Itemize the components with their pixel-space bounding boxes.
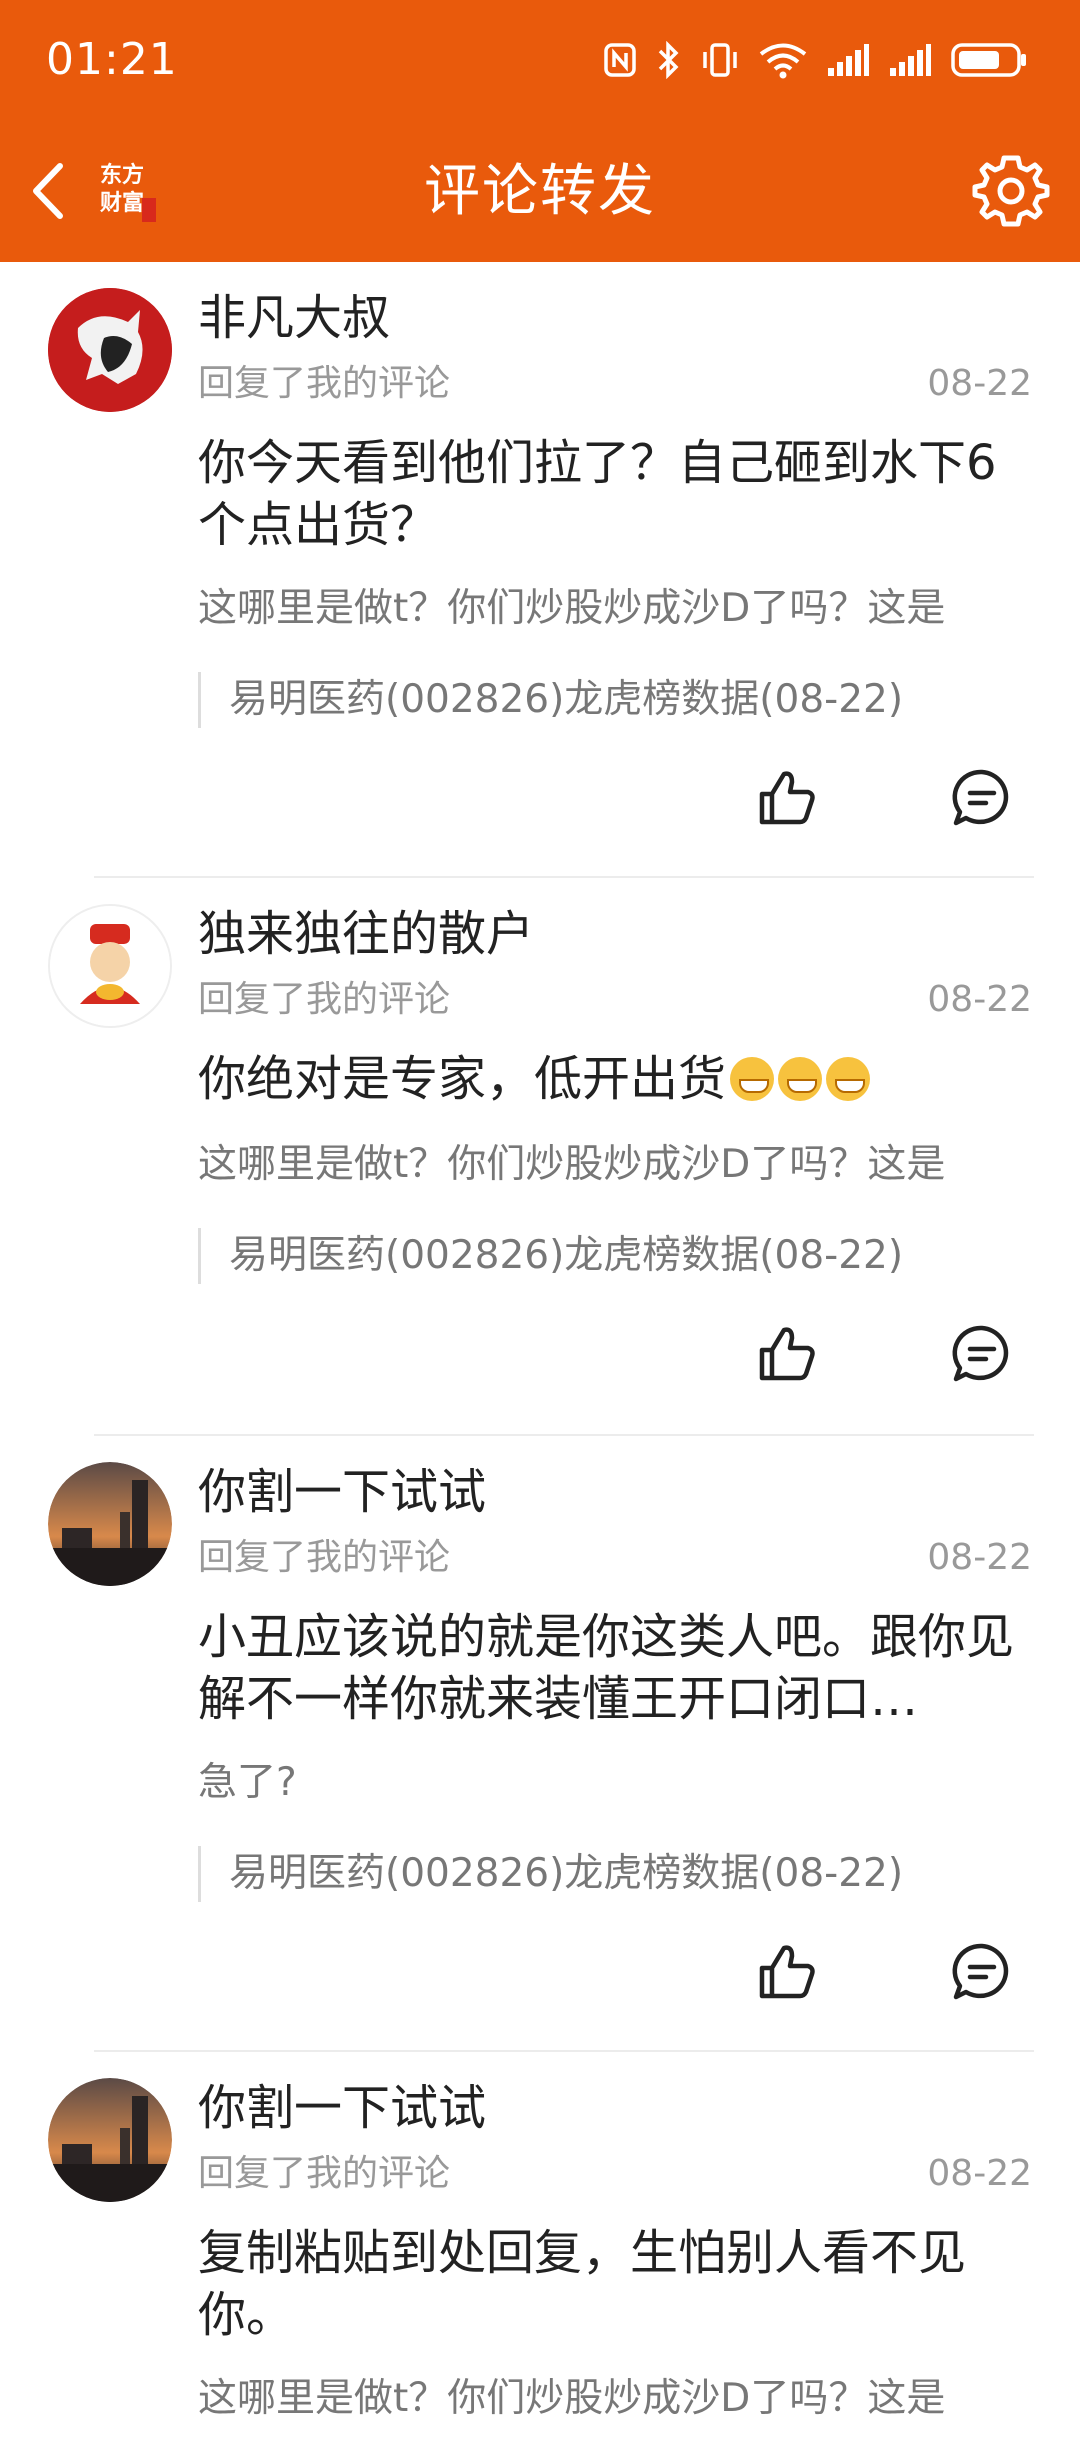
username[interactable]: 你割一下试试	[198, 2078, 486, 2138]
bluetooth-icon	[656, 41, 682, 79]
nfc-icon	[602, 42, 638, 78]
reply-subtitle: 回复了我的评论	[198, 979, 451, 1020]
username[interactable]: 非凡大叔	[198, 288, 390, 348]
status-icons	[602, 34, 1028, 86]
signal-icon	[888, 42, 932, 78]
thumbs-up-icon	[759, 1327, 815, 1381]
comment-date: 08-22	[927, 1537, 1032, 1578]
divider	[94, 2050, 1034, 2052]
settings-button[interactable]	[972, 152, 1050, 230]
comment-date: 08-22	[927, 979, 1032, 1020]
source-post-link[interactable]: 易明医药(002826)龙虎榜数据(08-22)	[198, 672, 1038, 728]
comment-date: 08-22	[927, 363, 1032, 404]
reply-subtitle: 回复了我的评论	[198, 2153, 451, 2194]
thumbs-up-icon	[759, 1945, 815, 1999]
reply-button[interactable]	[950, 766, 1014, 830]
grin-emoji-icon	[778, 1057, 823, 1101]
avatar[interactable]	[48, 288, 172, 412]
divider	[94, 876, 1034, 878]
source-post-link[interactable]: 易明医药(002826)龙虎榜数据(08-22)	[198, 1846, 1038, 1902]
nav-bar: 东方 财富 评论转发	[0, 120, 1080, 262]
quoted-comment[interactable]: 这哪里是做t？你们炒股炒成沙D了吗？这是	[198, 584, 1038, 634]
avatar[interactable]	[48, 1462, 172, 1586]
thumbs-up-icon	[759, 771, 815, 825]
status-bar: 01:21	[0, 0, 1080, 120]
chat-bubble-icon	[952, 769, 1009, 826]
username[interactable]: 独来独往的散户	[198, 904, 534, 964]
reply-subtitle: 回复了我的评论	[198, 1537, 451, 1578]
avatar[interactable]	[48, 2078, 172, 2202]
comment-content[interactable]: 你今天看到他们拉了？自己砸到水下6个点出货？	[198, 432, 1038, 556]
battery-icon	[950, 41, 1028, 79]
reply-button[interactable]	[950, 1322, 1014, 1386]
like-button[interactable]	[756, 1940, 820, 2004]
reply-subtitle: 回复了我的评论	[198, 363, 451, 404]
vibrate-icon	[700, 41, 740, 79]
comment-content[interactable]: 你绝对是专家，低开出货	[198, 1048, 1038, 1110]
gear-icon	[972, 155, 1050, 227]
signal-icon	[826, 42, 870, 78]
quoted-comment[interactable]: 这哪里是做t？你们炒股炒成沙D了吗？这是	[198, 2374, 1038, 2424]
grin-emoji-icon	[730, 1057, 775, 1101]
like-button[interactable]	[756, 1322, 820, 1386]
chat-bubble-icon	[952, 1325, 1009, 1382]
comment-date: 08-22	[927, 2153, 1032, 2194]
like-button[interactable]	[756, 766, 820, 830]
username[interactable]: 你割一下试试	[198, 1462, 486, 1522]
top-bar: 01:21 东方 财富 评论转发	[0, 0, 1080, 262]
page-title: 评论转发	[424, 159, 656, 224]
quoted-comment[interactable]: 这哪里是做t？你们炒股炒成沙D了吗？这是	[198, 1140, 1038, 1190]
comment-content[interactable]: 小丑应该说的就是你这类人吧。跟你见解不一样你就来装懂王开口闭口…	[198, 1606, 1038, 1730]
grin-emoji-icon	[826, 1057, 871, 1101]
reply-button[interactable]	[950, 1940, 1014, 2004]
quoted-comment[interactable]: 急了?	[198, 1758, 1038, 1808]
comment-content[interactable]: 复制粘贴到处回复，生怕别人看不见你。	[198, 2222, 1038, 2346]
source-post-link[interactable]: 易明医药(002826)龙虎榜数据(08-22)	[198, 1228, 1038, 1284]
avatar[interactable]	[48, 904, 172, 1028]
wifi-icon	[758, 41, 808, 79]
chat-bubble-icon	[952, 1943, 1009, 2000]
status-time: 01:21	[46, 34, 178, 85]
divider	[94, 1434, 1034, 1436]
